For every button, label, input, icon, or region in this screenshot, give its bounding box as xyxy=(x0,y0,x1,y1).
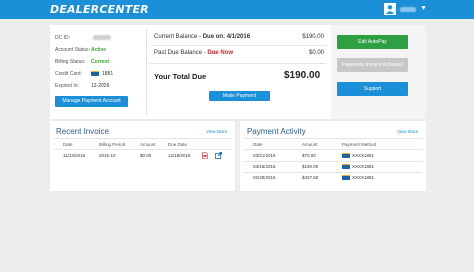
dc-id-value xyxy=(93,35,111,40)
payment-date: 02/29/2016 xyxy=(253,175,276,180)
past-due-balance-value: $0.00 xyxy=(308,50,324,56)
current-balance-label: Current Balance - Due on: 4/1/2016 xyxy=(154,34,251,40)
column-header-amount: Amount xyxy=(302,142,318,147)
pdf-icon[interactable] xyxy=(202,152,208,159)
divider xyxy=(146,29,147,115)
invoice-amount: $0.00 xyxy=(140,153,152,158)
support-button[interactable]: Support xyxy=(337,82,408,96)
recent-invoice-view-more-link[interactable]: View More xyxy=(206,129,227,134)
payment-activity-title: Payment Activity xyxy=(247,127,306,136)
expired-in-value: 12-2026 xyxy=(91,83,110,89)
user-name[interactable] xyxy=(400,7,416,12)
due-now-text: Due Now xyxy=(207,50,234,56)
current-balance-value: $190.00 xyxy=(302,34,324,40)
caret-down-icon[interactable]: ▼ xyxy=(420,5,427,13)
payment-date: 03/21/2016 xyxy=(253,153,276,158)
credit-card-icon xyxy=(342,175,350,180)
divider xyxy=(150,45,326,46)
divider xyxy=(54,149,231,150)
credit-card-icon xyxy=(342,153,350,158)
total-due-label: Your Total Due xyxy=(154,72,207,81)
top-navigation-bar: DEALERCENTER ▼ xyxy=(0,0,474,19)
paperless-invoice-button[interactable]: Paperless Invoice Activated xyxy=(337,58,408,72)
past-due-balance-label: Past Due Balance - Due Now xyxy=(154,50,234,56)
column-header-date: Date xyxy=(63,142,73,147)
credit-card-icon xyxy=(91,71,99,76)
edit-autopay-button[interactable]: Edit AutoPay xyxy=(337,35,408,49)
invoice-billing-period: 2015-10 xyxy=(99,153,116,158)
divider xyxy=(244,149,422,150)
account-status-label: Account Status: xyxy=(55,47,91,53)
current-balance-due-date: Due on: 4/1/2016 xyxy=(202,34,251,40)
make-payment-button[interactable]: Make Payment xyxy=(209,91,270,101)
payment-method: XXXX1881 xyxy=(352,153,375,158)
payment-date: 03/15/2016 xyxy=(253,164,276,169)
column-header-payment-method: Payment Method xyxy=(342,142,377,147)
payment-method: XXXX1881 xyxy=(352,164,375,169)
divider xyxy=(54,138,231,139)
column-header-billing-period: Billing Period xyxy=(99,142,126,147)
billing-status-label: Billing Status: xyxy=(55,59,86,65)
payment-amount: $70.00 xyxy=(302,153,316,158)
dc-id-label: DC ID: xyxy=(55,35,70,41)
dealercenter-logo[interactable]: DEALERCENTER xyxy=(50,3,149,16)
credit-card-value: 1881 xyxy=(102,71,114,77)
column-header-due-date: Due Date xyxy=(168,142,188,147)
open-link-icon[interactable] xyxy=(215,152,222,159)
invoice-due-date: 12/18/2015 xyxy=(168,153,191,158)
credit-card-label: Credit Card: xyxy=(55,71,82,77)
divider xyxy=(244,138,422,139)
recent-invoice-title: Recent Invoice xyxy=(56,127,109,136)
payment-amount: $437.50 xyxy=(302,175,319,180)
manage-payment-account-button[interactable]: Manage Payment Account xyxy=(55,96,128,107)
invoice-date: 11/13/2015 xyxy=(63,153,86,158)
billing-status-value: Current xyxy=(91,59,110,65)
divider xyxy=(244,161,422,162)
credit-card-icon xyxy=(342,164,350,169)
column-header-amount: Amount xyxy=(140,142,156,147)
payment-method: XXXX1881 xyxy=(352,175,375,180)
account-status-value: Active xyxy=(91,47,107,53)
payment-activity-view-more-link[interactable]: View More xyxy=(397,129,418,134)
divider xyxy=(150,63,326,64)
column-header-date: Date xyxy=(253,142,263,147)
total-due-value: $190.00 xyxy=(284,70,321,81)
payment-amount: $190.00 xyxy=(302,164,319,169)
divider xyxy=(244,172,422,173)
expired-in-label: Expired In: xyxy=(55,83,79,89)
user-icon[interactable] xyxy=(384,3,396,15)
